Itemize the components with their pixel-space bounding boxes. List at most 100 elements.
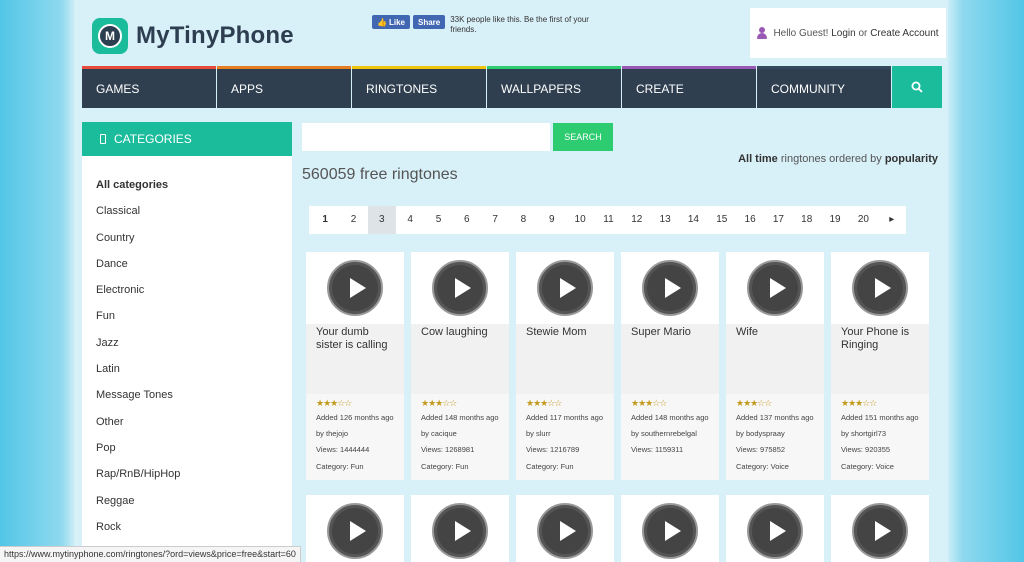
create-account-link[interactable]: Create Account: [870, 28, 938, 39]
page-5[interactable]: 5: [424, 206, 452, 234]
login-link[interactable]: Login: [831, 28, 855, 39]
nav-search-button[interactable]: [892, 66, 942, 108]
nav-community[interactable]: COMMUNITY: [757, 66, 891, 108]
play-icon[interactable]: [432, 260, 488, 316]
search-input[interactable]: [302, 123, 550, 151]
ringtone-card[interactable]: [831, 495, 929, 562]
page-13[interactable]: 13: [651, 206, 679, 234]
play-icon[interactable]: [537, 260, 593, 316]
page-2[interactable]: 2: [339, 206, 367, 234]
category-all[interactable]: All categories: [82, 178, 292, 204]
play-icon[interactable]: [432, 503, 488, 559]
play-icon[interactable]: [852, 503, 908, 559]
logo-text: MyTinyPhone: [136, 22, 294, 49]
category-pop[interactable]: Pop: [82, 441, 292, 467]
ringtone-title[interactable]: Stewie Mom: [516, 324, 614, 394]
card-top: [726, 252, 824, 324]
play-icon[interactable]: [537, 503, 593, 559]
category-rap-rnb-hiphop[interactable]: Rap/RnB/HipHop: [82, 467, 292, 493]
category-jazz[interactable]: Jazz: [82, 336, 292, 362]
next-page-arrow-icon[interactable]: ▸: [878, 206, 906, 234]
facebook-like-button[interactable]: 👍 Like: [372, 15, 410, 29]
page-4[interactable]: 4: [396, 206, 424, 234]
ringtone-card[interactable]: Stewie Mom ★★★☆☆ Added 117 months ago by…: [516, 252, 614, 480]
page-7[interactable]: 7: [481, 206, 509, 234]
ringtone-meta: ★★★☆☆ Added 148 months ago by southernre…: [621, 394, 719, 480]
page-18[interactable]: 18: [793, 206, 821, 234]
page-12[interactable]: 12: [623, 206, 651, 234]
category-reggae[interactable]: Reggae: [82, 494, 292, 520]
play-icon[interactable]: [747, 260, 803, 316]
page-11[interactable]: 11: [594, 206, 622, 234]
ringtone-title[interactable]: Your dumb sister is calling: [306, 324, 404, 394]
play-icon[interactable]: [327, 503, 383, 559]
ringtone-title[interactable]: Wife: [726, 324, 824, 394]
ringtone-title[interactable]: Cow laughing: [411, 324, 509, 394]
ringtone-views: Views: 920355: [841, 445, 891, 455]
rating-stars-icon: ★★★☆☆: [631, 398, 667, 408]
category-fun[interactable]: Fun: [82, 309, 292, 335]
search-button[interactable]: SEARCH: [553, 123, 613, 151]
ringtone-card[interactable]: Cow laughing ★★★☆☆ Added 148 months ago …: [411, 252, 509, 480]
ringtone-card[interactable]: [306, 495, 404, 562]
card-top: [831, 495, 929, 562]
category-classical[interactable]: Classical: [82, 204, 292, 230]
categories-heading: CATEGORIES: [82, 122, 292, 156]
ringtone-card[interactable]: Your Phone is Ringing ★★★☆☆ Added 151 mo…: [831, 252, 929, 480]
page-16[interactable]: 16: [736, 206, 764, 234]
facebook-share-button[interactable]: Share: [412, 15, 446, 29]
ringtone-title[interactable]: Your Phone is Ringing: [831, 324, 929, 394]
ringtone-meta: ★★★☆☆ Added 117 months ago by slurr View…: [516, 394, 614, 480]
category-dance[interactable]: Dance: [82, 257, 292, 283]
page-10[interactable]: 10: [566, 206, 594, 234]
or-text: or: [858, 27, 868, 39]
sort-field-link[interactable]: popularity: [885, 153, 938, 165]
play-icon[interactable]: [327, 260, 383, 316]
sort-period-link[interactable]: All time: [738, 153, 778, 165]
ringtone-category: Category: Fun: [316, 461, 364, 471]
ringtone-card[interactable]: Super Mario ★★★☆☆ Added 148 months ago b…: [621, 252, 719, 480]
page-15[interactable]: 15: [708, 206, 736, 234]
ringtone-card[interactable]: Wife ★★★☆☆ Added 137 months ago by bodys…: [726, 252, 824, 480]
page-3[interactable]: 3: [367, 206, 396, 234]
card-top: [831, 252, 929, 324]
rating-stars-icon: ★★★☆☆: [841, 398, 877, 408]
card-top: [516, 495, 614, 562]
ringtone-meta: ★★★☆☆ Added 151 months ago by shortgirl7…: [831, 394, 929, 480]
category-message-tones[interactable]: Message Tones: [82, 388, 292, 414]
page-19[interactable]: 19: [821, 206, 849, 234]
nav-games[interactable]: GAMES: [82, 66, 216, 108]
page-17[interactable]: 17: [764, 206, 792, 234]
ringtone-title[interactable]: Super Mario: [621, 324, 719, 394]
facebook-widget: 👍 Like Share 33K people like this. Be the…: [372, 15, 600, 35]
ringtone-views: Views: 1216789: [526, 445, 580, 455]
logo-badge-letter: M: [98, 24, 122, 48]
category-electronic[interactable]: Electronic: [82, 283, 292, 309]
ringtone-card[interactable]: Your dumb sister is calling ★★★☆☆ Added …: [306, 252, 404, 480]
nav-create[interactable]: CREATE: [622, 66, 756, 108]
play-icon[interactable]: [747, 503, 803, 559]
play-icon[interactable]: [642, 260, 698, 316]
category-rock[interactable]: Rock: [82, 520, 292, 546]
category-other[interactable]: Other: [82, 415, 292, 441]
nav-wallpapers[interactable]: WALLPAPERS: [487, 66, 621, 108]
ringtone-card[interactable]: [621, 495, 719, 562]
page-1[interactable]: 1: [311, 206, 339, 234]
nav-ringtones[interactable]: RINGTONES: [352, 66, 486, 108]
nav-apps[interactable]: APPS: [217, 66, 351, 108]
category-country[interactable]: Country: [82, 231, 292, 257]
page-8[interactable]: 8: [509, 206, 537, 234]
ringtone-views: Views: 975852: [736, 445, 786, 455]
ringtone-card[interactable]: [411, 495, 509, 562]
site-logo[interactable]: M MyTinyPhone: [92, 18, 294, 54]
ringtone-card[interactable]: [726, 495, 824, 562]
category-latin[interactable]: Latin: [82, 362, 292, 388]
page-14[interactable]: 14: [679, 206, 707, 234]
page-20[interactable]: 20: [849, 206, 877, 234]
play-icon[interactable]: [852, 260, 908, 316]
page-6[interactable]: 6: [453, 206, 481, 234]
page-9[interactable]: 9: [538, 206, 566, 234]
play-icon[interactable]: [642, 503, 698, 559]
phone-icon: [100, 134, 106, 144]
ringtone-card[interactable]: [516, 495, 614, 562]
